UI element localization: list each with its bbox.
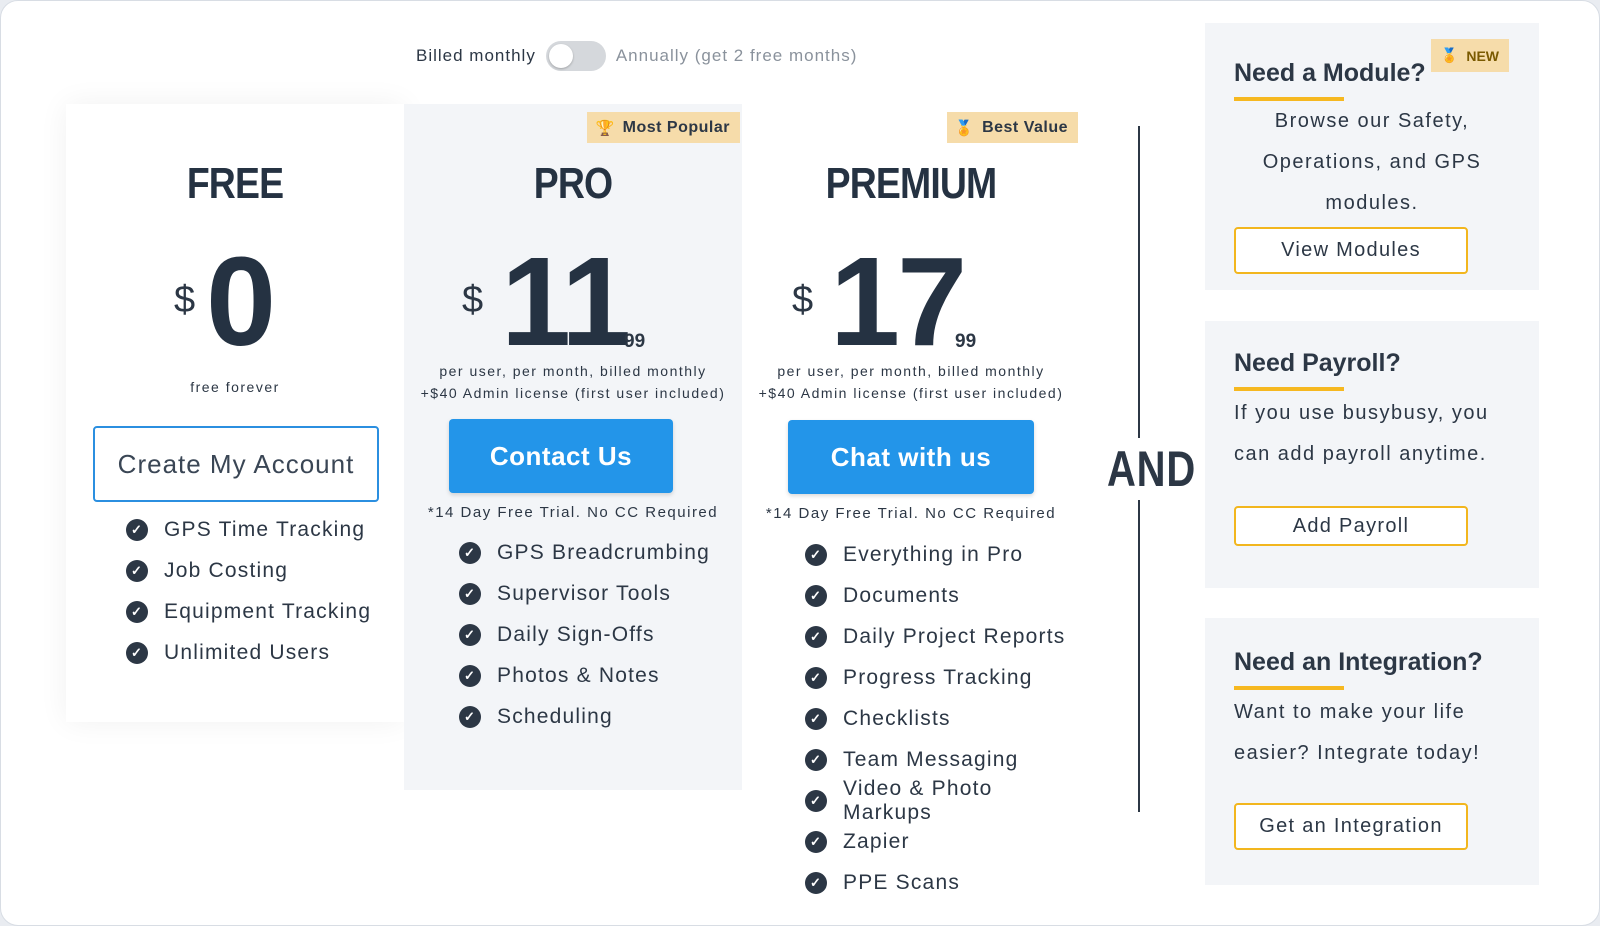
plan-name: PREMIUM	[825, 159, 998, 208]
trial-note: *14 Day Free Trial. No CC Required	[427, 504, 719, 521]
check-circle-icon: ✓	[459, 582, 481, 605]
plan-card-premium: 🏅 Best Value PREMIUM $ 17 99 per user, p…	[742, 104, 1080, 925]
check-circle-icon: ✓	[459, 541, 481, 564]
feature-list: ✓ Everything in Pro ✓ Documents ✓ Daily Pro…	[805, 534, 1080, 903]
check-circle-icon: ✓	[805, 625, 827, 648]
price-amount: 11	[501, 231, 631, 372]
and-label: AND	[1107, 438, 1195, 500]
billed-annually-label[interactable]: Annually (get 2 free months)	[616, 46, 858, 66]
list-item: ✓ Daily Sign-Offs	[459, 614, 710, 655]
plan-name: PRO	[533, 159, 613, 208]
payroll-card: Need Payroll? If you use busybusy, you c…	[1205, 321, 1539, 588]
integration-card: Need an Integration? Want to make your l…	[1205, 618, 1539, 885]
check-circle-icon: ✓	[126, 559, 148, 582]
card-title: Need Payroll?	[1234, 349, 1401, 377]
trophy-icon: 🏆	[595, 119, 615, 137]
price-amount: 17	[830, 231, 967, 372]
billing-toggle-group: Billed monthly Annually (get 2 free mont…	[416, 41, 857, 71]
currency-symbol: $	[792, 279, 814, 321]
check-circle-icon: ✓	[459, 664, 481, 687]
check-circle-icon: ✓	[805, 748, 827, 771]
list-item: ✓ Supervisor Tools	[459, 573, 710, 614]
feature-list: ✓ GPS Breadcrumbing ✓ Supervisor Tools ✓ Da…	[459, 532, 710, 737]
list-item: ✓ Progress Tracking	[805, 657, 1080, 698]
check-circle-icon: ✓	[459, 623, 481, 646]
list-item: ✓ Checklists	[805, 698, 1080, 739]
feature-list: ✓ GPS Time Tracking ✓ Job Costing ✓ Equipme…	[126, 509, 371, 673]
list-item: ✓ Team Messaging	[805, 739, 1080, 780]
list-item: ✓ Zapier	[805, 821, 1080, 862]
trial-note: *14 Day Free Trial. No CC Required	[765, 505, 1057, 522]
billing-toggle-switch[interactable]	[545, 41, 606, 71]
contact-us-button[interactable]: Contact Us	[449, 419, 673, 493]
check-circle-icon: ✓	[805, 543, 827, 566]
price-note-line2: +$40 Admin license (first user included)	[420, 385, 726, 401]
list-item: ✓ Job Costing	[126, 550, 371, 591]
create-account-button[interactable]: Create My Account	[93, 426, 379, 502]
card-title: Need an Integration?	[1234, 648, 1483, 676]
plan-card-free: FREE $ 0 free forever Create My Account …	[66, 104, 404, 722]
currency-symbol: $	[462, 279, 484, 321]
check-circle-icon: ✓	[805, 871, 827, 894]
card-body: Want to make your life easier? Integrate…	[1234, 701, 1481, 764]
medal-icon: 🏅	[1440, 47, 1459, 63]
check-circle-icon: ✓	[805, 584, 827, 607]
check-circle-icon: ✓	[126, 641, 148, 664]
list-item: ✓ Video & Photo Markups	[805, 777, 1080, 824]
list-item: ✓ PPE Scans	[805, 862, 1080, 903]
list-item: ✓ Photos & Notes	[459, 655, 710, 696]
check-circle-icon: ✓	[126, 600, 148, 623]
add-payroll-button[interactable]: Add Payroll	[1234, 506, 1468, 546]
get-integration-button[interactable]: Get an Integration	[1234, 803, 1468, 850]
chat-with-us-button[interactable]: Chat with us	[788, 420, 1034, 494]
list-item: ✓ Scheduling	[459, 696, 710, 737]
price-note-line1: per user, per month, billed monthly	[439, 363, 707, 379]
currency-symbol: $	[174, 279, 196, 321]
price-note-line1: per user, per month, billed monthly	[777, 363, 1045, 379]
title-underline	[1234, 686, 1344, 690]
list-item: ✓ Documents	[805, 575, 1080, 616]
price-cents: 99	[955, 331, 977, 352]
best-value-badge: 🏅 Best Value	[946, 112, 1078, 143]
card-body: Browse our Safety, Operations, and GPS m…	[1262, 110, 1482, 214]
card-title: Need a Module?	[1234, 59, 1426, 87]
most-popular-badge: 🏆 Most Popular	[587, 112, 740, 143]
list-item: ✓ Daily Project Reports	[805, 616, 1080, 657]
medal-icon: 🏅	[954, 119, 975, 137]
price-note: free forever	[190, 379, 280, 395]
list-item: ✓ GPS Breadcrumbing	[459, 532, 710, 573]
list-item: ✓ Unlimited Users	[126, 632, 371, 673]
price-amount: 0	[206, 231, 276, 372]
new-badge: 🏅 NEW	[1430, 39, 1509, 72]
toggle-knob	[548, 44, 573, 68]
list-item: ✓ Equipment Tracking	[126, 591, 371, 632]
pricing-page: Billed monthly Annually (get 2 free mont…	[0, 0, 1600, 926]
list-item: ✓ Everything in Pro	[805, 534, 1080, 575]
check-circle-icon: ✓	[805, 666, 827, 689]
check-circle-icon: ✓	[126, 518, 148, 541]
plan-card-pro: 🏆 Most Popular PRO $ 11 99 per user, per…	[404, 104, 742, 790]
card-body: If you use busybusy, you can add payroll…	[1234, 402, 1489, 465]
plan-price: $ 17 99	[742, 239, 1080, 365]
title-underline	[1234, 387, 1344, 391]
plan-price: $ 0	[66, 239, 404, 365]
view-modules-button[interactable]: View Modules	[1234, 227, 1468, 274]
check-circle-icon: ✓	[459, 705, 481, 728]
plan-name: FREE	[186, 159, 284, 208]
check-circle-icon: ✓	[805, 830, 827, 853]
module-card: 🏅 NEW Need a Module? Browse our Safety, …	[1205, 23, 1539, 290]
list-item: ✓ GPS Time Tracking	[126, 509, 371, 550]
plan-price: $ 11 99	[404, 239, 742, 365]
check-circle-icon: ✓	[805, 707, 827, 730]
billed-monthly-label[interactable]: Billed monthly	[416, 46, 536, 66]
check-circle-icon: ✓	[805, 789, 827, 812]
price-cents: 99	[624, 331, 646, 352]
price-note-line2: +$40 Admin license (first user included)	[758, 385, 1064, 401]
